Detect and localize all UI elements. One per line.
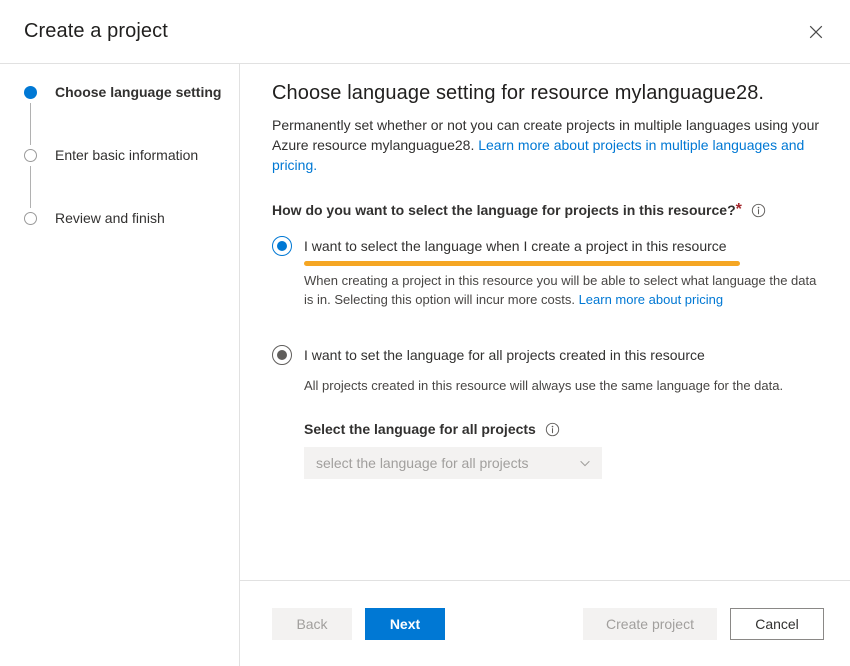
- chevron-down-icon: [578, 456, 592, 470]
- radio-option-set-for-all-projects-row[interactable]: I want to set the language for all proje…: [272, 345, 824, 367]
- step-marker: [18, 147, 42, 208]
- question-label-row: How do you want to select the language f…: [272, 201, 824, 219]
- language-selection-radio-group: I want to select the language when I cre…: [272, 236, 824, 479]
- language-select-placeholder: select the language for all projects: [316, 455, 529, 471]
- dialog-footer: Back Next Create project Cancel: [239, 580, 850, 666]
- radio-inner-dot: [277, 241, 287, 251]
- sidebar-item-label: Review and finish: [55, 210, 165, 226]
- section-description: Permanently set whether or not you can c…: [272, 115, 824, 175]
- step-marker: [18, 210, 42, 225]
- create-project-dialog: Create a project Choose language setting: [0, 0, 850, 666]
- highlight-underline: [304, 261, 740, 266]
- language-select-label-row: Select the language for all projects: [304, 421, 824, 437]
- radio-option-label-text: I want to select the language when I cre…: [304, 238, 727, 254]
- section-heading: Choose language setting for resource myl…: [272, 82, 765, 104]
- required-marker: *: [735, 201, 742, 218]
- sidebar-item-enter-basic-information[interactable]: Enter basic information: [18, 147, 239, 210]
- sidebar-item-review-and-finish[interactable]: Review and finish: [18, 210, 239, 226]
- main-panel: Choose language setting for resource myl…: [239, 64, 850, 666]
- step-marker: [18, 84, 42, 145]
- close-button[interactable]: [796, 12, 836, 52]
- next-button[interactable]: Next: [365, 607, 445, 640]
- sidebar-item-label: Choose language setting: [55, 84, 222, 100]
- dialog-body: Choose language setting Enter basic info…: [0, 64, 850, 666]
- step-dot-active-icon: [23, 86, 37, 99]
- radio-option-description-text: When creating a project in this resource…: [304, 273, 817, 307]
- learn-more-pricing-link[interactable]: Learn more about pricing: [579, 292, 724, 307]
- info-icon[interactable]: [545, 422, 560, 437]
- radio-option-label: I want to select the language when I cre…: [304, 236, 740, 266]
- info-icon[interactable]: [751, 203, 766, 218]
- cancel-button[interactable]: Cancel: [730, 607, 824, 640]
- step-connector: [29, 103, 31, 145]
- radio-option-description: All projects created in this resource wi…: [304, 378, 784, 393]
- wizard-step-list: Choose language setting Enter basic info…: [0, 64, 239, 666]
- radio-option-label: I want to set the language for all proje…: [304, 345, 705, 367]
- sidebar-item-label: Enter basic information: [55, 147, 199, 163]
- create-project-button[interactable]: Create project: [583, 607, 717, 640]
- language-select-label: Select the language for all projects: [304, 421, 536, 437]
- close-icon: [808, 24, 824, 40]
- page-title: Create a project: [24, 20, 168, 42]
- language-select-dropdown[interactable]: select the language for all projects: [304, 447, 602, 479]
- radio-button-unselected-icon[interactable]: [272, 345, 292, 365]
- back-button[interactable]: Back: [272, 607, 352, 640]
- radio-option-set-for-all-projects: I want to set the language for all proje…: [272, 345, 824, 479]
- panel-divider: [239, 64, 240, 666]
- language-select-field: Select the language for all projects sel…: [304, 421, 824, 479]
- step-dot-inactive-icon: [23, 149, 37, 162]
- question-label: How do you want to select the language f…: [272, 202, 736, 218]
- radio-button-selected-icon[interactable]: [272, 236, 292, 256]
- radio-option-select-per-project-row[interactable]: I want to select the language when I cre…: [272, 236, 824, 266]
- radio-option-label-text: I want to set the language for all proje…: [304, 347, 705, 363]
- radio-inner-dot: [277, 350, 287, 360]
- step-connector: [29, 166, 31, 208]
- sidebar-item-choose-language-setting[interactable]: Choose language setting: [18, 84, 239, 147]
- main-content: Choose language setting for resource myl…: [239, 64, 850, 580]
- step-dot-inactive-icon: [23, 212, 37, 225]
- radio-option-description: When creating a project in this resource…: [304, 271, 824, 309]
- radio-option-select-per-project: I want to select the language when I cre…: [272, 236, 824, 309]
- dialog-header: Create a project: [0, 0, 850, 64]
